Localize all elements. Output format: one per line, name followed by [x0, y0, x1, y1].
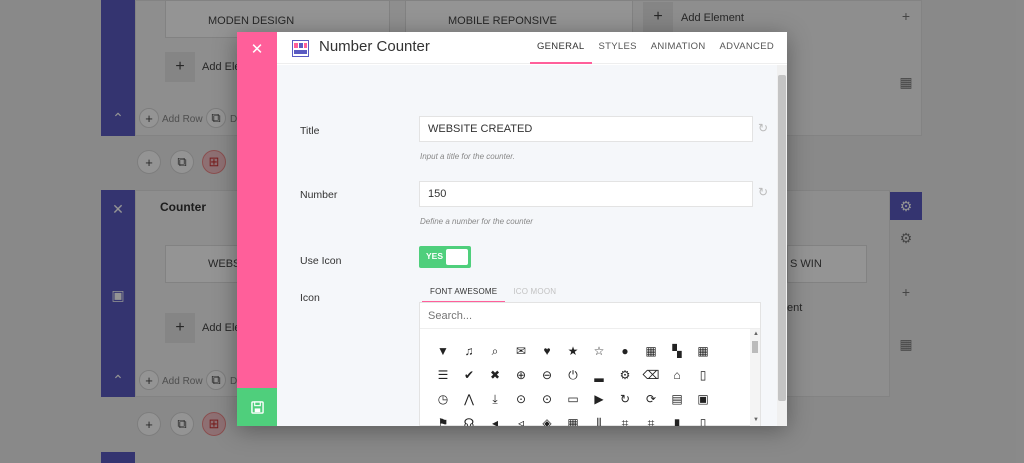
envelope-icon[interactable]: ✉	[508, 339, 534, 363]
number-input[interactable]: 150	[419, 181, 753, 207]
zoom-in-icon[interactable]: ⊕	[508, 363, 534, 387]
refresh-icon[interactable]: ⟳	[638, 387, 664, 411]
save-icon	[250, 400, 264, 414]
scroll-up-icon[interactable]: ▲	[753, 331, 759, 337]
modal-header: Number Counter GENERAL STYLES ANIMATION …	[277, 32, 787, 64]
arrow-circle-down-icon[interactable]: ⊙	[508, 387, 534, 411]
home-icon[interactable]: ⌂	[664, 363, 690, 387]
th-list-icon[interactable]: ☰	[430, 363, 456, 387]
modal-sidebar: ✕	[237, 32, 277, 426]
use-icon-toggle[interactable]: YES	[419, 246, 471, 268]
modal-scrollbar[interactable]	[777, 65, 787, 426]
icon-grid-row: ⚑ ☊ ◂ ◃ ◈ ▦ ⦀ ⌗ ⌗ ▮ ▯	[430, 411, 730, 427]
road-icon[interactable]: ⋀	[456, 387, 482, 411]
icon-grid: ▼ ♫ ⌕ ✉ ♥ ★ ☆ ● ▦ ▚ ▦ ☰ ✔ ✖ ⊕ ⊖ ⏻ ▂ ⚙ ⌫ ⌂ ▯ ◷ ⋀ ⤓ ⊙ ⊙ ▭ ▶ ↻ ⟳ ▤ ▣ ⚑ ☊ ◂ ◃ ◈ ▦ ⦀…	[430, 339, 730, 427]
save-button[interactable]	[237, 388, 277, 426]
tags-icon[interactable]: ⌗	[638, 411, 664, 427]
cog-icon[interactable]: ⚙	[612, 363, 638, 387]
signal-icon[interactable]: ▂	[586, 363, 612, 387]
toggle-label: YES	[426, 251, 444, 261]
icon-picker: ▼♫⌕✉♥★☆●▦▚▦☰✔✖⊕⊖⏻▂⚙⌫⌂▯◷⋀⤓⊙⊙▭▶↻⟳▤▣⚑☊◂◃◈▦⦀…	[419, 302, 761, 426]
th-icon[interactable]: ▦	[690, 339, 716, 363]
title-input[interactable]: WEBSITE CREATED	[419, 116, 753, 142]
tab-general[interactable]: GENERAL	[529, 32, 592, 64]
clock-icon[interactable]: ◷	[430, 387, 456, 411]
tag-icon[interactable]: ⌗	[612, 411, 638, 427]
music-icon[interactable]: ♫	[456, 339, 482, 363]
scroll-thumb[interactable]	[752, 341, 758, 353]
volume-off-icon[interactable]: ◂	[482, 411, 508, 426]
icon-library-tabs: FONT AWESOME ICO MOON	[422, 287, 564, 303]
tab-animation[interactable]: ANIMATION	[644, 32, 713, 64]
modal-title: Number Counter	[319, 38, 430, 55]
inbox-icon[interactable]: ▭	[560, 387, 586, 411]
flag-icon[interactable]: ⚑	[430, 411, 456, 426]
times-icon[interactable]: ✖	[482, 363, 508, 387]
download-icon[interactable]: ⤓	[482, 387, 508, 411]
volume-up-icon[interactable]: ◈	[534, 411, 560, 426]
number-counter-modal: ✕ Number Counter GENERAL STYLES ANIMATIO…	[237, 32, 787, 426]
icon-grid-row: ◷ ⋀ ⤓ ⊙ ⊙ ▭ ▶ ↻ ⟳ ▤ ▣	[430, 387, 730, 411]
tab-font-awesome[interactable]: FONT AWESOME	[422, 287, 506, 303]
search-icon[interactable]: ⌕	[482, 339, 508, 363]
reset-icon[interactable]: ↻	[758, 185, 768, 199]
trash-icon[interactable]: ⌫	[638, 363, 664, 387]
toggle-knob	[446, 249, 468, 265]
arrow-circle-up-icon[interactable]: ⊙	[534, 387, 560, 411]
icon-grid-row: ☰ ✔ ✖ ⊕ ⊖ ⏻ ▂ ⚙ ⌫ ⌂ ▯	[430, 363, 730, 387]
number-hint: Define a number for the counter	[420, 217, 533, 226]
film-icon[interactable]: ▦	[638, 339, 664, 363]
heart-icon[interactable]: ♥	[534, 339, 560, 363]
star-icon[interactable]: ★	[560, 339, 586, 363]
play-circle-icon[interactable]: ▶	[586, 387, 612, 411]
modal-body: Title WEBSITE CREATED ↻ Input a title fo…	[277, 65, 787, 426]
number-label: Number	[300, 189, 338, 201]
icon-search-input[interactable]	[420, 303, 760, 329]
use-icon-label: Use Icon	[300, 255, 342, 267]
file-outline-icon[interactable]: ▯	[690, 363, 716, 387]
repeat-icon[interactable]: ↻	[612, 387, 638, 411]
power-off-icon[interactable]: ⏻	[560, 363, 586, 387]
star-outline-icon[interactable]: ☆	[586, 339, 612, 363]
check-icon[interactable]: ✔	[456, 363, 482, 387]
icon-label: Icon	[300, 292, 320, 304]
barcode-icon[interactable]: ⦀	[586, 411, 612, 427]
list-alt-icon[interactable]: ▤	[664, 387, 690, 411]
tab-advanced[interactable]: ADVANCED	[713, 32, 781, 64]
scroll-down-icon[interactable]: ▼	[753, 417, 759, 423]
modal-tabs: GENERAL STYLES ANIMATION ADVANCED	[529, 32, 781, 64]
reset-icon[interactable]: ↻	[758, 121, 768, 135]
close-icon[interactable]: ✕	[237, 32, 277, 66]
title-hint: Input a title for the counter.	[420, 152, 515, 161]
user-icon[interactable]: ●	[612, 339, 638, 363]
volume-down-icon[interactable]: ◃	[508, 411, 534, 426]
tab-ico-moon[interactable]: ICO MOON	[505, 287, 564, 303]
title-label: Title	[300, 125, 320, 137]
headphones-icon[interactable]: ☊	[456, 411, 482, 426]
qrcode-icon[interactable]: ▦	[560, 411, 586, 426]
th-large-icon[interactable]: ▚	[664, 339, 690, 363]
icon-grid-row: ▼ ♫ ⌕ ✉ ♥ ★ ☆ ● ▦ ▚ ▦	[430, 339, 730, 363]
counter-logo-icon	[292, 40, 309, 57]
zoom-out-icon[interactable]: ⊖	[534, 363, 560, 387]
bookmark-icon[interactable]: ▯	[690, 411, 716, 426]
book-icon[interactable]: ▮	[664, 411, 690, 426]
filter-icon[interactable]: ▼	[430, 339, 456, 363]
lock-icon[interactable]: ▣	[690, 387, 716, 411]
tab-styles[interactable]: STYLES	[592, 32, 644, 64]
modal-scroll-thumb[interactable]	[778, 75, 786, 401]
